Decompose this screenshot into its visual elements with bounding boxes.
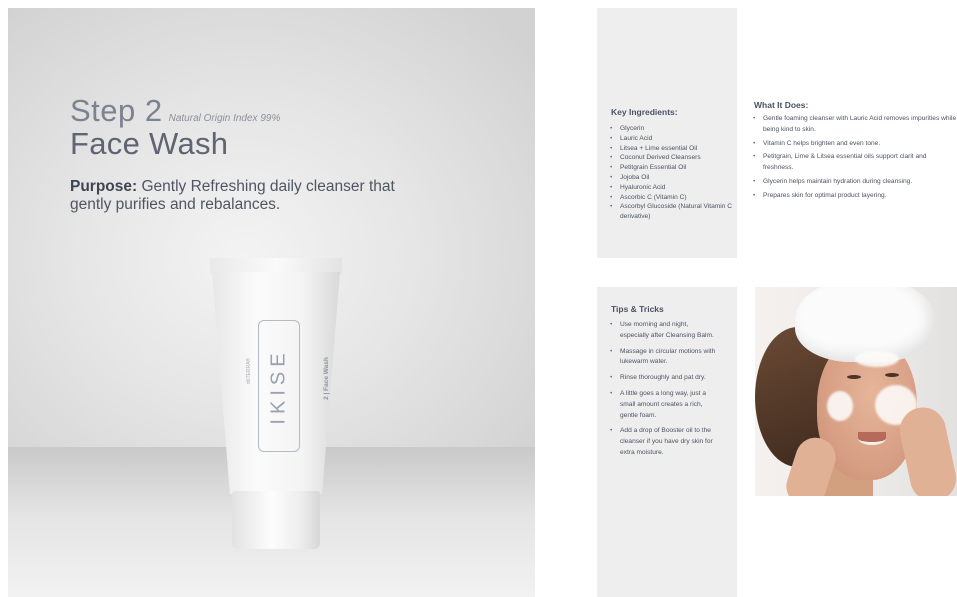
ingredient-item: Glycerin: [610, 124, 734, 134]
ingredient-item: Coconut Derived Cleansers: [610, 153, 734, 163]
photo-eye: [847, 375, 861, 379]
photo-foam: [855, 351, 899, 367]
purpose-label: Purpose:: [70, 178, 138, 195]
tip-item: Use morning and night, especially after …: [610, 320, 718, 342]
key-ingredients-list: Glycerin Lauric Acid Litsea + Lime essen…: [610, 124, 734, 222]
ingredient-item: Jojoba Oil: [610, 173, 734, 183]
ingredient-item: Ascorbic C (Vitamin C): [610, 193, 734, 203]
natural-origin-index: Natural Origin Index 99%: [168, 113, 281, 124]
benefit-item: Gentle foaming cleanser with Lauric Acid…: [753, 114, 957, 136]
benefit-item: Glycerin helps maintain hydration during…: [753, 177, 957, 188]
benefit-item: Petitgrain, Lime & Litsea essential oils…: [753, 152, 957, 174]
ingredient-item: Hyaluronic Acid: [610, 183, 734, 193]
ingredient-item: Litsea + Lime essential Oil: [610, 144, 734, 154]
benefit-item: Vitamin C helps brighten and even tone.: [753, 139, 957, 150]
purpose-text: Purpose: Gently Refreshing daily cleanse…: [70, 178, 410, 214]
tip-item: Rinse thoroughly and pat dry.: [610, 373, 718, 384]
face-washing-photo: [755, 287, 957, 496]
tube-crimp: [210, 258, 342, 274]
tips-tricks-panel: Tips & Tricks Use morning and night, esp…: [597, 287, 737, 597]
tip-item: A little goes a long way, just a small a…: [610, 389, 718, 421]
photo-hand: [895, 403, 957, 496]
photo-smile: [858, 432, 886, 445]
tube-logo: IKISE: [258, 320, 300, 452]
step-label: Step 2: [70, 93, 163, 128]
photo-towel: [795, 287, 935, 362]
benefit-item: Prepares skin for optimal product layeri…: [753, 191, 957, 202]
ingredient-item: Lauric Acid: [610, 134, 734, 144]
product-tube: dōTERRA® IKISE 2 | Face Wash: [210, 258, 342, 550]
what-it-does-title: What It Does:: [754, 100, 809, 110]
photo-foam: [827, 391, 853, 421]
ingredient-item: Petitgrain Essential Oil: [610, 163, 734, 173]
ingredient-item: Ascorbyl Glucoside (Natural Vitamin C de…: [610, 202, 734, 222]
tube-subtitle: 2 | Face Wash: [322, 356, 330, 400]
key-ingredients-panel: Key Ingredients: Glycerin Lauric Acid Li…: [597, 8, 737, 258]
what-it-does-list: Gentle foaming cleanser with Lauric Acid…: [753, 114, 957, 205]
tip-item: Add a drop of Booster oil to the cleanse…: [610, 426, 718, 458]
photo-eye: [885, 373, 899, 377]
tips-tricks-title: Tips & Tricks: [611, 304, 664, 314]
tube-cap: [232, 491, 320, 549]
tips-tricks-list: Use morning and night, especially after …: [610, 320, 718, 464]
tip-item: Massage in circular motions with lukewar…: [610, 347, 718, 369]
product-name: Face Wash: [70, 126, 229, 161]
product-hero-image: Step 2 Natural Origin Index 99% Face Wash…: [8, 8, 535, 597]
key-ingredients-title: Key Ingredients:: [611, 107, 678, 117]
step-heading: Step 2 Natural Origin Index 99%: [70, 93, 280, 129]
